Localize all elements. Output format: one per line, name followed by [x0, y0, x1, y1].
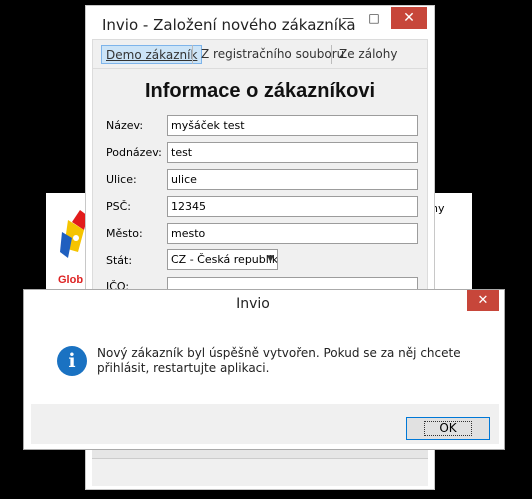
tab-demo-customer[interactable]: Demo zákazník	[101, 45, 203, 64]
message-text: Nový zákazník byl úspěšně vytvořen. Poku…	[97, 346, 461, 375]
chevron-down-icon[interactable]: ▼	[263, 249, 278, 270]
tab-registration-file[interactable]: Z registračního souboru	[196, 45, 349, 64]
name-input[interactable]	[167, 115, 418, 136]
city-label: Město:	[106, 227, 143, 240]
name-label: Název:	[106, 119, 144, 132]
form-heading: Informace o zákazníkovi	[144, 80, 376, 102]
close-icon[interactable]: ✕	[391, 7, 427, 29]
ok-button[interactable]: OK	[406, 417, 490, 440]
subname-label: Podnázev:	[106, 146, 162, 159]
ok-button-label: OK	[424, 421, 472, 436]
maximize-icon[interactable]: □	[364, 8, 384, 28]
info-icon: i	[57, 346, 87, 376]
close-icon[interactable]: ✕	[467, 290, 499, 311]
form-footer-frame	[92, 458, 428, 486]
street-input[interactable]	[167, 169, 418, 190]
message-box-title: Invio	[236, 296, 270, 312]
minimize-icon[interactable]: —	[338, 8, 358, 28]
subname-input[interactable]	[167, 142, 418, 163]
city-input[interactable]	[167, 223, 418, 244]
tab-divider	[192, 45, 193, 64]
street-label: Ulice:	[106, 173, 137, 186]
brand-text: Glob	[58, 274, 84, 286]
tab-divider	[331, 45, 332, 64]
window-title: Invio - Založení nového zákazníka	[102, 16, 356, 34]
country-select[interactable]: CZ - Česká republika	[167, 249, 278, 270]
tab-backup[interactable]: Ze zálohy	[334, 45, 402, 64]
country-label: Stát:	[106, 254, 133, 267]
postal-code-input[interactable]	[167, 196, 418, 217]
postal-code-label: PSČ:	[106, 200, 132, 213]
